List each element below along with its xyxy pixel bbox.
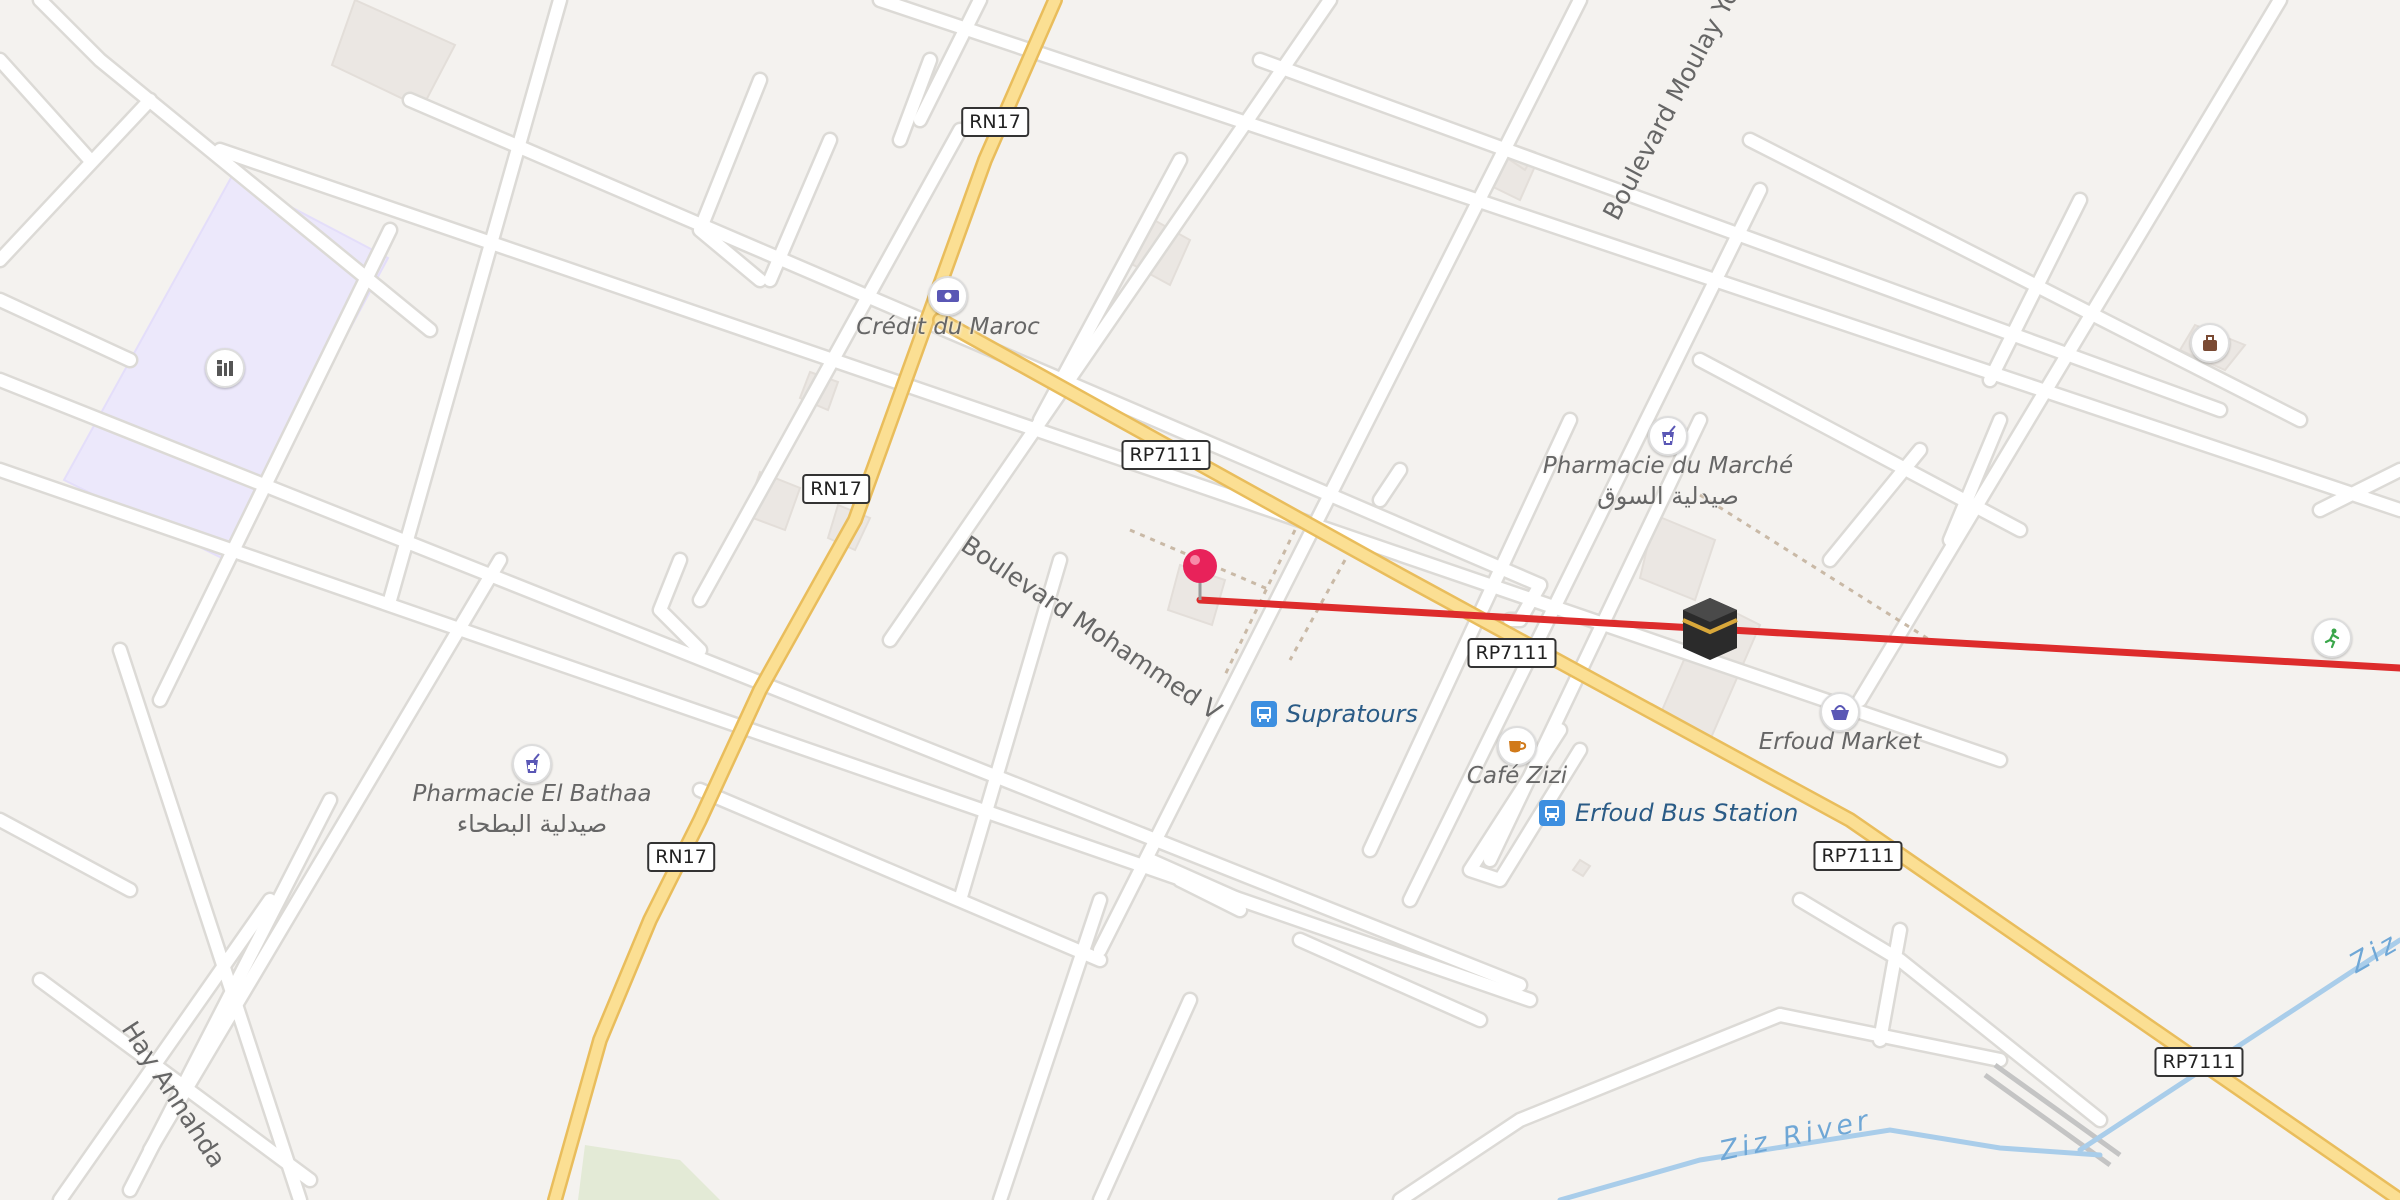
road-shield-rn17: RN17 bbox=[961, 107, 1029, 137]
road-shield-rn17: RN17 bbox=[647, 842, 715, 872]
lodging-icon[interactable] bbox=[2190, 323, 2230, 363]
poi-label-pharmacie-el-bathaa-ar[interactable]: صيدلية البطحاء bbox=[457, 810, 607, 838]
bus-stop-icon[interactable] bbox=[1539, 800, 1565, 826]
road-shield-rp7111: RP7111 bbox=[2154, 1047, 2244, 1077]
route-line[interactable] bbox=[1196, 596, 2400, 672]
kaaba-icon bbox=[1682, 598, 1738, 660]
water bbox=[1557, 937, 2400, 1200]
poi-label-pharmacie-du-marche[interactable]: Pharmacie du Marché bbox=[1543, 452, 1793, 480]
bank-icon[interactable] bbox=[928, 276, 968, 316]
poi-label-pharmacie-el-bathaa[interactable]: Pharmacie El Bathaa bbox=[413, 780, 652, 808]
pharmacy-icon[interactable] bbox=[1648, 416, 1688, 456]
road-shield-rp7111: RP7111 bbox=[1467, 638, 1557, 668]
bus-stop-icon[interactable] bbox=[1251, 701, 1277, 727]
cafe-icon[interactable] bbox=[1497, 726, 1537, 766]
road-shield-rp7111: RP7111 bbox=[1813, 841, 1903, 871]
map-canvas[interactable] bbox=[0, 0, 2400, 1200]
park-area bbox=[578, 1145, 720, 1200]
poi-label-credit-du-maroc[interactable]: Crédit du Maroc bbox=[856, 313, 1040, 341]
pharmacy-icon[interactable] bbox=[512, 744, 552, 784]
school-icon[interactable] bbox=[205, 348, 245, 388]
road-shield-rn17: RN17 bbox=[802, 474, 870, 504]
poi-label-pharmacie-du-marche-ar[interactable]: صيدلية السوق bbox=[1597, 482, 1739, 510]
road-shield-rp7111: RP7111 bbox=[1121, 440, 1211, 470]
shopping-basket-icon[interactable] bbox=[1820, 692, 1860, 732]
map-view[interactable]: RN17 RN17 RN17 RP7111 RP7111 RP7111 RP71… bbox=[0, 0, 2400, 1200]
poi-label-cafe-zizi[interactable]: Café Zizi bbox=[1467, 762, 1567, 790]
poi-label-erfoud-market[interactable]: Erfoud Market bbox=[1759, 728, 1922, 756]
poi-label-erfoud-bus-station[interactable]: Erfoud Bus Station bbox=[1575, 799, 1798, 827]
poi-label-supratours[interactable]: Supratours bbox=[1286, 700, 1418, 728]
sport-icon[interactable] bbox=[2312, 618, 2352, 658]
